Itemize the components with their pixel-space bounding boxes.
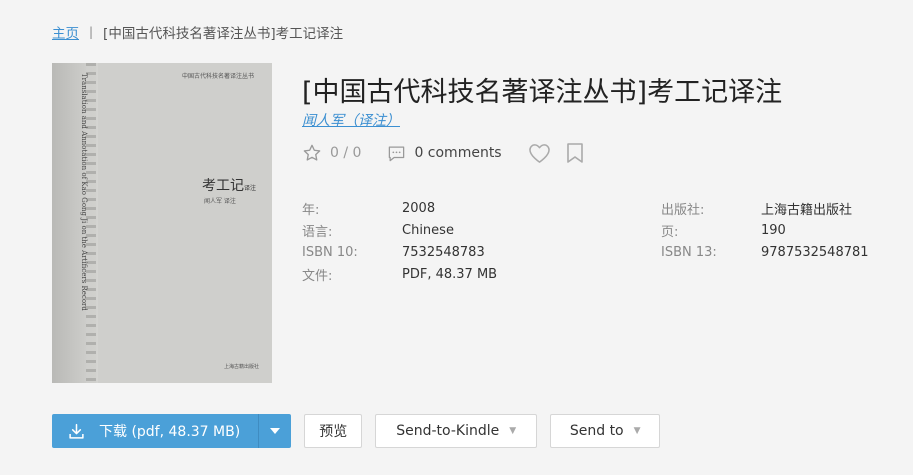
send-to-button[interactable]: Send to ▼ — [550, 414, 661, 448]
breadcrumb-current: [中国古代科技名著译注丛书]考工记译注 — [103, 26, 344, 42]
book-properties-right: 出版社: 上海古籍出版社 页: 190 ISBN 13: 97875325487… — [661, 197, 869, 263]
property-value: 9787532548781 — [761, 244, 869, 260]
property-label: 页: — [661, 224, 679, 240]
property-value: 190 — [761, 222, 786, 238]
download-button[interactable]: 下载 (pdf, 48.37 MB) — [52, 414, 258, 448]
property-value: 上海古籍出版社 — [761, 202, 853, 218]
property-publisher: 出版社: 上海古籍出版社 — [661, 197, 869, 219]
property-value: PDF, 48.37 MB — [402, 266, 498, 282]
property-label: 年: — [302, 202, 320, 218]
book-cover-image[interactable]: 中国古代科技名著译注丛书 Translation and Annotation … — [52, 63, 272, 383]
cover-chinese-title: 考工记译注 — [202, 175, 256, 195]
property-pages: 页: 190 — [661, 219, 869, 241]
comment-icon — [387, 144, 414, 163]
property-value: 2008 — [402, 200, 436, 216]
cover-author-line: 闻人军 译注 — [204, 198, 236, 205]
property-isbn10: ISBN 10: 7532548783 — [302, 241, 497, 263]
action-bar: 下载 (pdf, 48.37 MB) 预览 Send-to-Kindle ▼ S… — [52, 414, 661, 448]
cover-english-title: Translation and Annotation of Kao Gong J… — [80, 73, 88, 311]
property-isbn13: ISBN 13: 9787532548781 — [661, 241, 869, 263]
send-to-kindle-button[interactable]: Send-to-Kindle ▼ — [375, 414, 538, 448]
send-to-label: Send to — [569, 423, 624, 439]
rating-value: 0 / 0 — [330, 145, 362, 161]
property-value: Chinese — [402, 222, 454, 238]
download-icon — [68, 423, 99, 440]
star-icon — [302, 143, 330, 163]
download-button-group: 下载 (pdf, 48.37 MB) — [52, 414, 292, 448]
rating[interactable]: 0 / 0 — [302, 143, 361, 163]
property-value: 7532548783 — [402, 244, 485, 260]
book-title: [中国古代科技名著译注丛书]考工记译注 — [302, 77, 783, 108]
author-link[interactable]: 闻人军（译注） — [302, 110, 400, 130]
property-label: ISBN 13: — [661, 244, 717, 260]
property-language: 语言: Chinese — [302, 219, 497, 241]
property-label: 文件: — [302, 268, 333, 284]
breadcrumb-home-link[interactable]: 主页 — [52, 22, 79, 42]
caret-down-icon — [270, 428, 281, 434]
heart-icon[interactable] — [528, 143, 551, 164]
download-button-label: 下载 (pdf, 48.37 MB) — [99, 424, 241, 440]
caret-down-icon: ▼ — [633, 426, 641, 436]
send-to-kindle-label: Send-to-Kindle — [396, 423, 500, 439]
bookmark-icon[interactable] — [565, 142, 585, 164]
preview-button[interactable]: 预览 — [304, 414, 363, 448]
download-options-toggle[interactable] — [258, 414, 291, 448]
breadcrumb-separator: | — [89, 25, 94, 39]
cover-publisher: 上海古籍出版社 — [224, 364, 260, 370]
cover-series-text: 中国古代科技名著译注丛书 — [182, 73, 255, 80]
property-label: 出版社: — [661, 202, 705, 218]
book-properties-left: 年: 2008 语言: Chinese ISBN 10: 7532548783 … — [302, 197, 497, 285]
caret-down-icon: ▼ — [509, 426, 517, 436]
property-file: 文件: PDF, 48.37 MB — [302, 263, 497, 285]
cover-chinese-title-text: 考工记 — [202, 178, 244, 194]
book-stats-bar: 0 / 0 0 comments — [302, 141, 585, 165]
property-label: 语言: — [302, 224, 333, 240]
breadcrumb: 主页 | [中国古代科技名著译注丛书]考工记译注 — [52, 22, 343, 42]
comments-link[interactable]: 0 comments — [387, 144, 502, 163]
property-label: ISBN 10: — [302, 244, 358, 260]
comments-count: 0 comments — [414, 145, 502, 161]
property-year: 年: 2008 — [302, 197, 497, 219]
cover-chinese-title-suffix: 译注 — [244, 185, 257, 192]
